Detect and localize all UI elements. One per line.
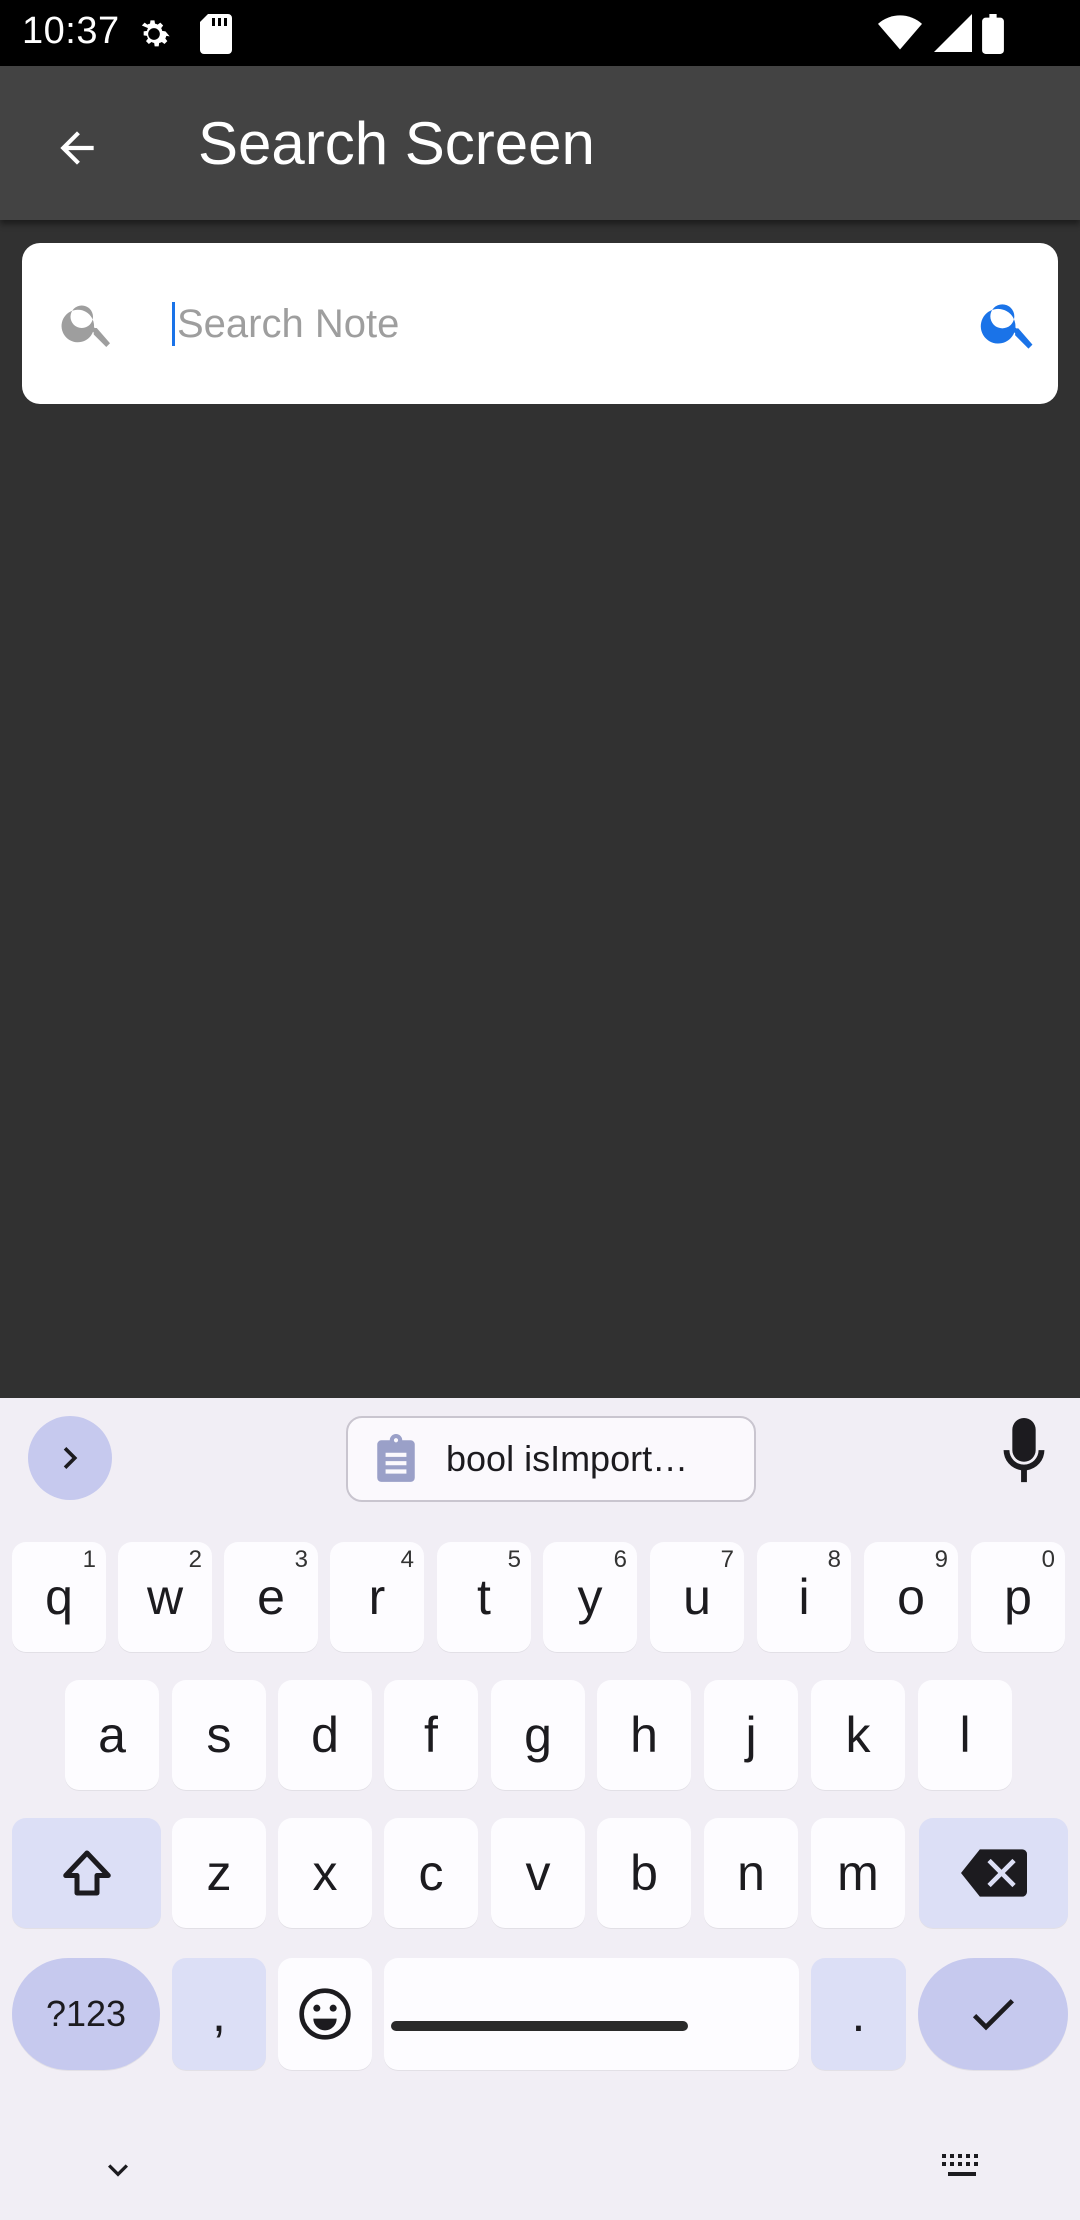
space-key[interactable] bbox=[384, 1958, 799, 2070]
status-bar: 10:37 bbox=[0, 0, 1080, 66]
search-input[interactable] bbox=[177, 301, 877, 347]
shift-icon bbox=[62, 1850, 111, 1896]
key-x[interactable]: x bbox=[278, 1818, 372, 1928]
key-hint: 9 bbox=[934, 1546, 948, 1573]
shift-key[interactable] bbox=[12, 1818, 161, 1928]
key-y[interactable]: y6 bbox=[543, 1542, 637, 1652]
emoji-key[interactable] bbox=[278, 1958, 372, 2070]
key-g[interactable]: g bbox=[491, 1680, 585, 1790]
keyboard-toolbar: bool isImport… bbox=[0, 1398, 1080, 1516]
key-label: r bbox=[368, 1569, 386, 1625]
checkmark-icon bbox=[972, 1999, 1014, 2031]
key-k[interactable]: k bbox=[811, 1680, 905, 1790]
keyboard-switch-icon[interactable] bbox=[938, 2150, 986, 2190]
arrow-left-icon bbox=[60, 131, 94, 165]
battery-icon bbox=[982, 14, 1004, 54]
key-s[interactable]: s bbox=[172, 1680, 266, 1790]
key-z[interactable]: z bbox=[172, 1818, 266, 1928]
wifi-icon bbox=[878, 15, 922, 50]
key-label: o bbox=[897, 1569, 925, 1625]
backspace-icon bbox=[960, 1849, 1027, 1897]
search-bar bbox=[22, 243, 1058, 404]
signal-icon bbox=[934, 14, 972, 52]
key-c[interactable]: c bbox=[384, 1818, 478, 1928]
page-title: Search Screen bbox=[198, 110, 595, 177]
key-r[interactable]: r4 bbox=[330, 1542, 424, 1652]
key-label: w bbox=[146, 1569, 184, 1625]
key-a[interactable]: a bbox=[65, 1680, 159, 1790]
key-m[interactable]: m bbox=[811, 1818, 905, 1928]
key-label: e bbox=[257, 1569, 285, 1625]
key-hint: 0 bbox=[1041, 1546, 1055, 1573]
chevron-right-icon bbox=[63, 1447, 78, 1469]
app-bar: Search Screen bbox=[0, 66, 1080, 220]
period-key[interactable]: . bbox=[811, 1958, 906, 2070]
clipboard-icon bbox=[377, 1434, 415, 1482]
key-w[interactable]: w2 bbox=[118, 1542, 212, 1652]
key-label: y bbox=[577, 1569, 603, 1625]
key-hint: 8 bbox=[827, 1546, 841, 1573]
key-hint: 4 bbox=[400, 1546, 414, 1573]
status-time: 10:37 bbox=[22, 10, 120, 52]
backspace-key[interactable] bbox=[919, 1818, 1068, 1928]
key-hint: 6 bbox=[613, 1546, 627, 1573]
sd-card-icon bbox=[200, 14, 232, 54]
search-icon bbox=[61, 305, 110, 347]
back-button[interactable] bbox=[40, 111, 114, 185]
done-key[interactable] bbox=[918, 1958, 1068, 2070]
key-t[interactable]: t5 bbox=[437, 1542, 531, 1652]
key-hint: 3 bbox=[294, 1546, 308, 1573]
home-gesture-bar[interactable] bbox=[391, 2021, 688, 2031]
symbols-key[interactable]: ?123 bbox=[12, 1958, 160, 2070]
key-p[interactable]: p0 bbox=[971, 1542, 1065, 1652]
key-n[interactable]: n bbox=[704, 1818, 798, 1928]
key-hint: 2 bbox=[188, 1546, 202, 1573]
text-cursor bbox=[172, 302, 175, 346]
key-label: i bbox=[798, 1569, 810, 1625]
key-d[interactable]: d bbox=[278, 1680, 372, 1790]
key-b[interactable]: b bbox=[597, 1818, 691, 1928]
emoji-icon bbox=[299, 1988, 351, 2040]
expand-toolbar-button[interactable] bbox=[28, 1416, 112, 1500]
key-hint: 5 bbox=[507, 1546, 521, 1573]
microphone-icon[interactable] bbox=[994, 1418, 1054, 1488]
key-h[interactable]: h bbox=[597, 1680, 691, 1790]
key-label: q bbox=[45, 1569, 73, 1625]
key-hint: 7 bbox=[720, 1546, 734, 1573]
key-u[interactable]: u7 bbox=[650, 1542, 744, 1652]
clipboard-suggestion-chip[interactable]: bool isImport… bbox=[346, 1416, 756, 1502]
key-hint: 1 bbox=[82, 1546, 96, 1573]
key-v[interactable]: v bbox=[491, 1818, 585, 1928]
key-o[interactable]: o9 bbox=[864, 1542, 958, 1652]
key-label: p bbox=[1004, 1569, 1032, 1625]
clipboard-suggestion-text: bool isImport… bbox=[446, 1438, 689, 1479]
key-q[interactable]: q1 bbox=[12, 1542, 106, 1652]
search-submit-icon[interactable] bbox=[977, 291, 1041, 355]
key-j[interactable]: j bbox=[704, 1680, 798, 1790]
key-i[interactable]: i8 bbox=[757, 1542, 851, 1652]
hide-keyboard-chevron-icon[interactable] bbox=[98, 2150, 138, 2190]
on-screen-keyboard: bool isImport… q1w2e3r4t5y6u7i8o9p0 asdf… bbox=[0, 1398, 1080, 2220]
key-e[interactable]: e3 bbox=[224, 1542, 318, 1652]
results-area bbox=[0, 404, 1080, 1398]
settings-gear-icon bbox=[141, 20, 170, 47]
key-l[interactable]: l bbox=[918, 1680, 1012, 1790]
comma-key[interactable]: , bbox=[172, 1958, 266, 2070]
key-label: u bbox=[683, 1569, 711, 1625]
key-f[interactable]: f bbox=[384, 1680, 478, 1790]
search-field[interactable] bbox=[172, 286, 932, 362]
key-label: t bbox=[477, 1569, 491, 1625]
